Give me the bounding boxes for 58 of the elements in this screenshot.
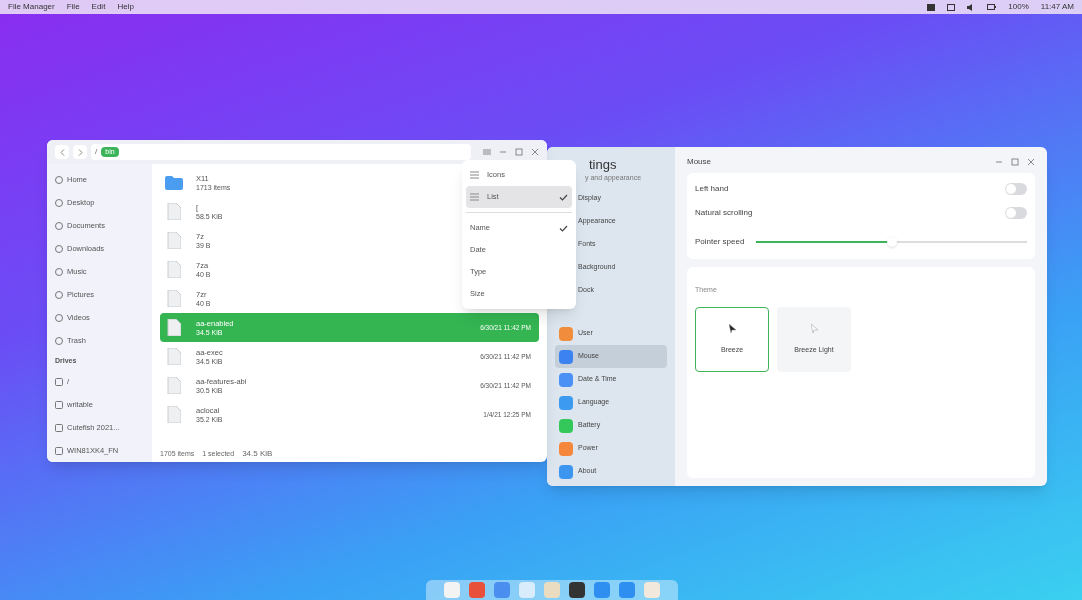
page-title: Mouse xyxy=(687,156,711,168)
chevron-left-icon xyxy=(59,148,65,156)
menu-icon[interactable] xyxy=(483,148,491,156)
checkmark-icon xyxy=(559,224,568,232)
chevron-right-icon xyxy=(77,148,83,156)
place-icon xyxy=(55,313,63,322)
network-icon[interactable] xyxy=(927,3,936,11)
minimize-icon[interactable] xyxy=(499,148,507,156)
setting-label: Pointer speed xyxy=(695,236,745,248)
file-icon xyxy=(167,319,181,336)
menu-item[interactable]: Help xyxy=(117,1,134,13)
place-icon xyxy=(55,336,63,345)
minimize-icon[interactable] xyxy=(995,158,1003,166)
file-icon xyxy=(167,261,181,278)
status-text: 34.5 KiB xyxy=(242,448,273,460)
slider-thumb[interactable] xyxy=(886,237,897,247)
screen-icon[interactable] xyxy=(947,3,956,11)
path-segment[interactable]: / xyxy=(95,146,98,158)
cursor-icon xyxy=(810,323,818,333)
drive-icon xyxy=(55,400,63,409)
toggle-switch[interactable] xyxy=(1005,183,1027,195)
menu-item[interactable]: Edit xyxy=(91,1,106,13)
toggle-switch[interactable] xyxy=(1005,207,1027,219)
battery-icon xyxy=(987,4,997,10)
place-icon xyxy=(55,267,63,276)
place-icon xyxy=(55,221,63,230)
maximize-icon[interactable] xyxy=(515,148,523,156)
app-menu[interactable]: File Manager xyxy=(8,1,55,13)
window-title: tings xyxy=(588,156,618,173)
forward-button[interactable] xyxy=(73,145,87,159)
maximize-icon[interactable] xyxy=(1011,158,1019,166)
dock-app-icon[interactable] xyxy=(569,582,585,598)
close-icon[interactable] xyxy=(1027,158,1035,166)
file-icon xyxy=(167,377,181,394)
setting-label: Natural scrolling xyxy=(695,207,754,219)
folder-icon xyxy=(165,175,183,190)
list-icon xyxy=(470,193,479,201)
close-icon[interactable] xyxy=(531,148,539,156)
file-icon xyxy=(167,203,181,220)
place-icon xyxy=(55,244,63,253)
drive-icon xyxy=(55,446,63,455)
place-icon xyxy=(55,198,63,207)
file-icon xyxy=(167,406,181,423)
menu-item[interactable]: File xyxy=(66,1,80,13)
setting-label: Left hand xyxy=(695,183,730,195)
drive-icon xyxy=(55,377,63,386)
place-icon xyxy=(55,290,63,299)
clock[interactable]: 11:47 AM xyxy=(1040,1,1074,13)
back-button[interactable] xyxy=(55,145,69,159)
cursor-icon xyxy=(728,323,736,333)
drive-icon xyxy=(55,423,63,432)
file-icon xyxy=(167,290,181,307)
grid-icon xyxy=(470,171,479,179)
place-icon xyxy=(55,175,63,184)
checkmark-icon xyxy=(559,193,568,201)
file-icon xyxy=(167,348,181,365)
battery-level[interactable]: 100% xyxy=(1008,1,1029,13)
file-icon xyxy=(167,232,181,249)
